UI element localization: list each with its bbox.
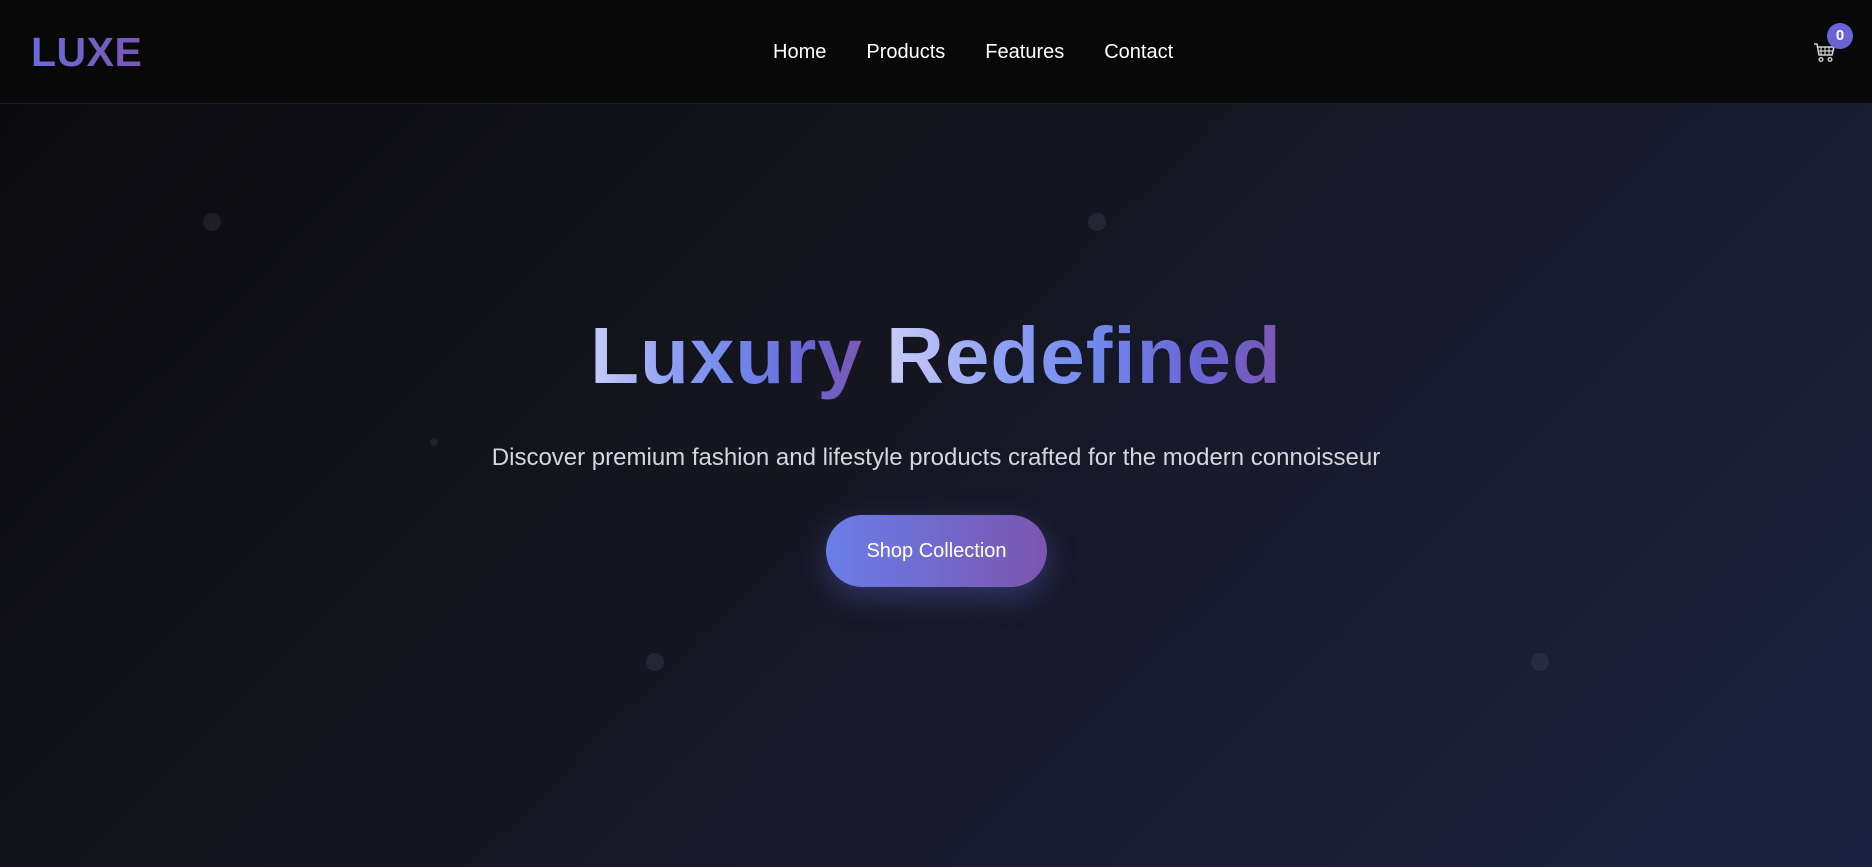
hero-title-word-1: Luxury [590,311,863,400]
main-nav: Home Products Features Contact [773,38,1173,66]
hero-title-word-2: Redefined [886,311,1282,400]
hero-subtitle: Discover premium fashion and lifestyle p… [491,444,1381,471]
nav-contact-link[interactable]: Contact [1104,38,1173,66]
logo[interactable]: LUXE [31,30,142,74]
decorative-dot [646,653,664,671]
site-header: LUXE Home Products Features Contact 0 [0,0,1872,104]
hero-section: Luxury Redefined Discover premium fashio… [0,104,1872,867]
cart-count-badge: 0 [1827,23,1853,49]
shop-collection-button[interactable]: Shop Collection [826,515,1047,587]
decorative-dot [203,213,221,231]
decorative-dot [1531,653,1549,671]
nav-home-link[interactable]: Home [773,38,826,66]
nav-features-link[interactable]: Features [985,38,1064,66]
hero-title: Luxury Redefined [0,308,1872,404]
decorative-dot [1088,213,1106,231]
nav-products-link[interactable]: Products [866,38,945,66]
